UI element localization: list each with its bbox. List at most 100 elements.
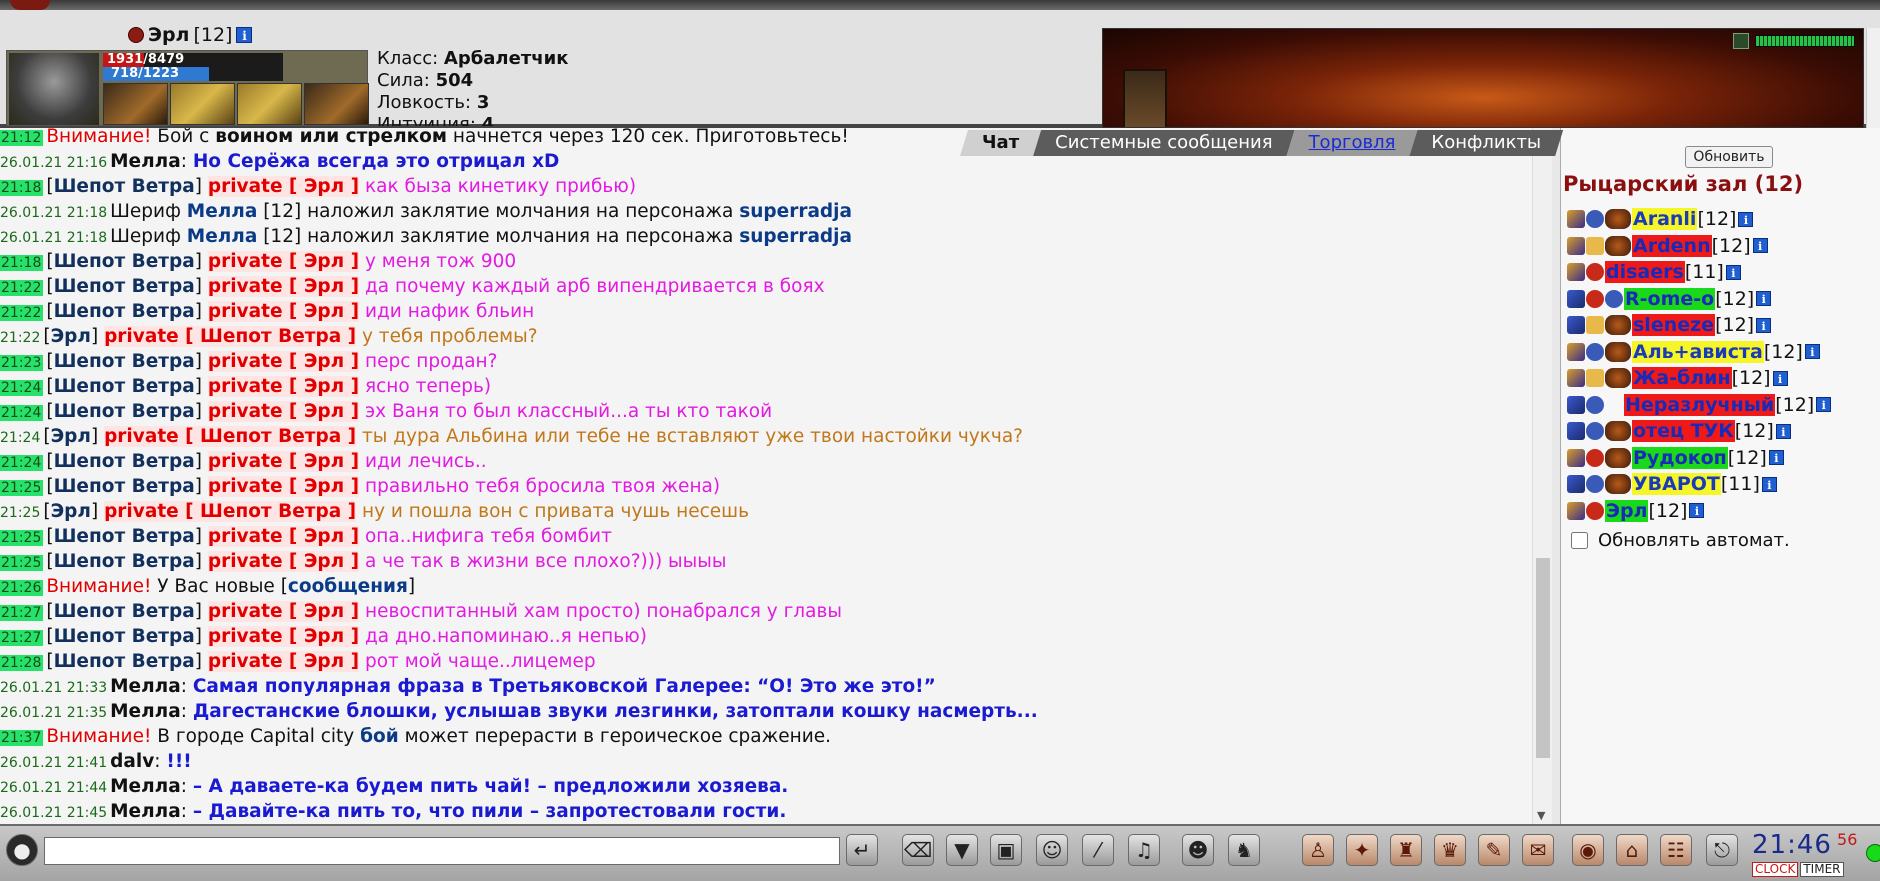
- timer-button[interactable]: TIMER: [1800, 862, 1844, 877]
- message-time[interactable]: 21:23: [0, 355, 44, 371]
- message-time[interactable]: 26.01.21 21:18: [0, 205, 107, 221]
- effect-slot[interactable]: [237, 83, 302, 125]
- message-time[interactable]: 21:37: [0, 730, 44, 746]
- sender-nick[interactable]: Эрл: [51, 326, 91, 347]
- message-time[interactable]: 21:12: [0, 130, 44, 146]
- info-icon[interactable]: i: [1816, 397, 1832, 413]
- sender-nick[interactable]: Шепот Ветра: [54, 626, 195, 647]
- info-icon[interactable]: i: [1752, 238, 1768, 254]
- info-icon[interactable]: i: [1761, 476, 1777, 492]
- message-link[interactable]: бой: [360, 726, 399, 747]
- message-link[interactable]: Мелла: [187, 226, 258, 247]
- sender-nick[interactable]: Мелла: [110, 801, 181, 822]
- info-icon[interactable]: i: [1772, 370, 1788, 386]
- player-nick[interactable]: Эрл: [1605, 499, 1649, 522]
- message-time[interactable]: 26.01.21 21:33: [0, 680, 107, 696]
- message-time[interactable]: 21:26: [0, 580, 44, 596]
- info-icon[interactable]: i: [1756, 317, 1772, 333]
- message-time[interactable]: 21:24: [0, 405, 44, 421]
- sender-nick[interactable]: Мелла: [110, 701, 181, 722]
- message-link[interactable]: superradja: [739, 201, 852, 222]
- message-time[interactable]: 21:25: [0, 555, 44, 571]
- player-nick[interactable]: Аль+ависта: [1632, 340, 1764, 363]
- fight-icon[interactable]: [1567, 448, 1585, 467]
- chat-tab[interactable]: Системные сообщения: [1033, 130, 1294, 156]
- fight2-icon[interactable]: [1567, 422, 1585, 441]
- fight2-icon[interactable]: [1567, 316, 1585, 335]
- player-nick[interactable]: R-ome-o: [1624, 287, 1716, 310]
- player-nick[interactable]: Неразлучный: [1624, 393, 1776, 416]
- sender-nick[interactable]: Шепот Ветра: [54, 401, 195, 422]
- send-icon[interactable]: ↵: [846, 834, 878, 866]
- chat-tab[interactable]: Торговля: [1287, 130, 1418, 156]
- player-nick[interactable]: sleneze: [1632, 314, 1716, 337]
- message-time[interactable]: 21:22: [0, 280, 44, 296]
- message-time[interactable]: 21:18: [0, 180, 44, 196]
- sender-nick[interactable]: Шепот Ветра: [54, 301, 195, 322]
- fight-icon[interactable]: [1567, 342, 1585, 361]
- message-time[interactable]: 21:25: [0, 530, 44, 546]
- fight-icon[interactable]: [1567, 210, 1585, 229]
- map-icon[interactable]: ◉: [1572, 834, 1604, 866]
- sender-nick[interactable]: Эрл: [51, 501, 91, 522]
- chat-tab[interactable]: Чат: [960, 130, 1041, 156]
- effect-slot[interactable]: [170, 83, 235, 125]
- sender-nick[interactable]: Шепот Ветра: [54, 176, 195, 197]
- player-nick[interactable]: УВАРОТ: [1632, 473, 1721, 496]
- player-nick[interactable]: Жа-блин: [1632, 367, 1732, 390]
- smile-icon[interactable]: ☻: [1182, 834, 1214, 866]
- info-icon[interactable]: i: [1756, 291, 1772, 307]
- player-name[interactable]: Эрл: [148, 24, 189, 46]
- fight2-icon[interactable]: [1567, 475, 1585, 494]
- message-link[interactable]: superradja: [739, 226, 852, 247]
- info-icon[interactable]: i: [1725, 264, 1741, 280]
- message-time[interactable]: 21:24: [0, 455, 44, 471]
- sender-nick[interactable]: Шепот Ветра: [54, 251, 195, 272]
- friends-icon[interactable]: ☷: [1660, 834, 1692, 866]
- fight-icon[interactable]: [1567, 236, 1585, 255]
- message-time[interactable]: 21:28: [0, 655, 44, 671]
- message-time[interactable]: 21:27: [0, 605, 44, 621]
- message-time[interactable]: 21:24: [0, 430, 40, 446]
- sender-nick[interactable]: Шепот Ветра: [54, 451, 195, 472]
- player-nick[interactable]: Рудокоп: [1632, 446, 1728, 469]
- sender-nick[interactable]: Мелла: [110, 151, 181, 172]
- scroll-down-icon[interactable]: ▼: [1537, 809, 1545, 822]
- info-icon[interactable]: i: [1775, 423, 1791, 439]
- sender-nick[interactable]: Шепот Ветра: [54, 276, 195, 297]
- chat-scrollbar[interactable]: ▼: [1532, 128, 1552, 824]
- exit-icon[interactable]: ⎋: [1706, 834, 1738, 866]
- sender-nick[interactable]: воином или стрелком: [215, 128, 447, 147]
- message-time[interactable]: 21:25: [0, 505, 40, 521]
- chat-message-input[interactable]: [44, 837, 840, 865]
- fight-icon[interactable]: [1567, 369, 1585, 388]
- message-time[interactable]: 26.01.21 21:45: [0, 805, 107, 821]
- auto-refresh-checkbox[interactable]: [1571, 532, 1588, 549]
- message-time[interactable]: 26.01.21 21:44: [0, 780, 107, 796]
- player-nick[interactable]: disaers: [1605, 261, 1685, 284]
- inventory-icon[interactable]: ♜: [1390, 834, 1422, 866]
- effect-slot[interactable]: [304, 83, 369, 125]
- message-time[interactable]: 21:22: [0, 305, 44, 321]
- emotes-icon[interactable]: ☺: [1036, 834, 1068, 866]
- player-nick[interactable]: Aranli: [1632, 208, 1698, 231]
- sender-nick[interactable]: dalv: [110, 751, 154, 772]
- info-icon[interactable]: i: [1689, 503, 1705, 519]
- character-icon[interactable]: ♙: [1302, 834, 1334, 866]
- filter-icon[interactable]: ▼: [946, 834, 978, 866]
- info-icon[interactable]: i: [1768, 450, 1784, 466]
- private-icon[interactable]: ⁄: [1082, 834, 1114, 866]
- sound-icon[interactable]: ♫: [1128, 834, 1160, 866]
- sender-nick[interactable]: Шепот Ветра: [54, 601, 195, 622]
- quest-icon[interactable]: ✎: [1478, 834, 1510, 866]
- map-toggle-icon[interactable]: [1733, 33, 1749, 49]
- clock-button[interactable]: CLOCK: [1752, 862, 1799, 877]
- message-time[interactable]: 21:18: [0, 255, 44, 271]
- chat-mode-icon[interactable]: ●: [6, 834, 38, 866]
- auto-refresh-toggle[interactable]: Обновлять автомат.: [1571, 530, 1790, 551]
- sender-nick[interactable]: Эрл: [51, 426, 91, 447]
- message-time[interactable]: 21:25: [0, 480, 44, 496]
- save-icon[interactable]: ▣: [990, 834, 1022, 866]
- message-time[interactable]: 21:22: [0, 330, 40, 346]
- sender-nick[interactable]: Шепот Ветра: [54, 651, 195, 672]
